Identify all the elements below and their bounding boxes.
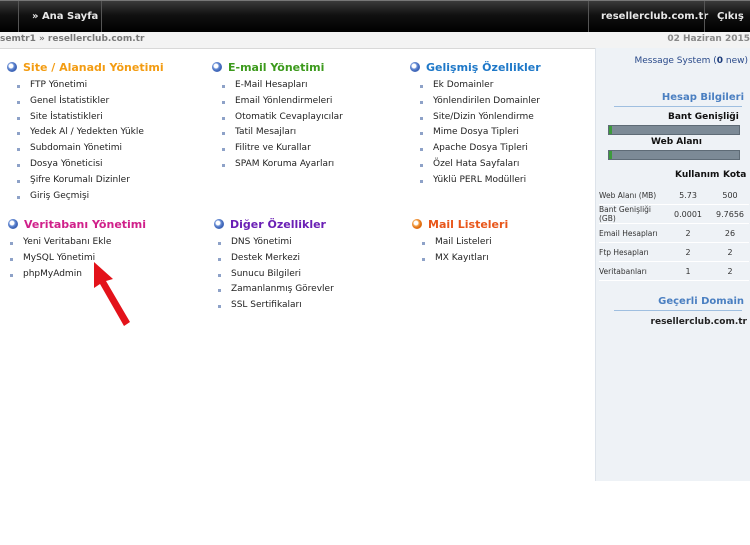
bandwidth-usage-fill xyxy=(609,126,612,134)
row-used: 0.0001 xyxy=(665,204,711,224)
menu-item-dns[interactable]: DNS Yönetimi xyxy=(218,237,334,253)
section-title: E-mail Yönetimi xyxy=(228,61,325,74)
menu-item-redirected-domains[interactable]: Yönlendirilen Domainler xyxy=(420,96,540,112)
current-domain-value: resellerclub.com.tr xyxy=(650,317,747,327)
row-quota: 2 xyxy=(711,242,749,262)
menu-list: E-Mail Hesapları Email Yönlendirmeleri O… xyxy=(222,80,343,175)
menu-item-protected-dirs[interactable]: Şifre Korumalı Dizinler xyxy=(17,175,144,191)
menu-item-autoresponders[interactable]: Otomatik Cevaplayıcılar xyxy=(222,112,343,128)
nav-separator xyxy=(704,1,705,33)
section-title: Mail Listeleri xyxy=(428,218,509,231)
row-label: Web Alanı (MB) xyxy=(599,186,665,205)
menu-item-addon-domains[interactable]: Ek Domainler xyxy=(420,80,540,96)
table-row: Ftp Hesapları 2 2 xyxy=(599,242,749,262)
current-date: 02 Haziran 2015 xyxy=(667,34,750,44)
nav-separator xyxy=(101,1,102,33)
column-quota-header: Kota xyxy=(723,170,747,180)
message-system-label: Message System ( xyxy=(634,56,717,66)
row-label: Bant Genişliği (GB) xyxy=(599,204,665,224)
menu-item-spam-settings[interactable]: SPAM Koruma Ayarları xyxy=(222,159,343,175)
table-row: Veritabanları 1 2 xyxy=(599,261,749,281)
nav-separator xyxy=(588,1,589,33)
row-used: 5.73 xyxy=(665,186,711,205)
menu-item-general-stats[interactable]: Genel İstatistikler xyxy=(17,96,144,112)
menu-item-login-history[interactable]: Giriş Geçmişi xyxy=(17,191,144,207)
menu-item-filters[interactable]: Filitre ve Kurallar xyxy=(222,143,343,159)
section-bullet-icon xyxy=(7,62,17,72)
column-used-header: Kullanım xyxy=(675,170,720,180)
account-info-panel: Message System (0 new) Hesap Bilgileri B… xyxy=(595,48,750,481)
menu-item-ssl[interactable]: SSL Sertifikaları xyxy=(218,300,334,316)
menu-list: DNS Yönetimi Destek Merkezi Sunucu Bilgi… xyxy=(218,237,334,316)
row-quota: 2 xyxy=(711,261,749,281)
menu-item-mailing-lists[interactable]: Mail Listeleri xyxy=(422,237,492,253)
menu-item-mx-records[interactable]: MX Kayıtları xyxy=(422,253,492,269)
divider xyxy=(614,106,742,107)
menu-item-subdomain[interactable]: Subdomain Yönetimi xyxy=(17,143,144,159)
divider xyxy=(614,310,742,311)
table-row: Bant Genişliği (GB) 0.0001 9.7656 xyxy=(599,204,749,224)
menu-item-backup[interactable]: Yedek Al / Yedekten Yükle xyxy=(17,127,144,143)
menu-item-email-accounts[interactable]: E-Mail Hesapları xyxy=(222,80,343,96)
breadcrumb-bar: semtr1 » resellerclub.com.tr 02 Haziran … xyxy=(0,32,750,49)
bandwidth-label: Bant Genişliği xyxy=(668,112,739,122)
menu-list: Ek Domainler Yönlendirilen Domainler Sit… xyxy=(420,80,540,191)
menu-item-perl-modules[interactable]: Yüklü PERL Modülleri xyxy=(420,175,540,191)
menu-item-apache-types[interactable]: Apache Dosya Tipleri xyxy=(420,143,540,159)
section-bullet-icon xyxy=(8,219,18,229)
row-used: 2 xyxy=(665,223,711,243)
menu-list: Mail Listeleri MX Kayıtları xyxy=(422,237,492,269)
section-bullet-icon xyxy=(212,62,222,72)
section-bullet-icon xyxy=(412,219,422,229)
section-title: Site / Alanadı Yönetimi xyxy=(23,61,164,74)
section-bullet-icon xyxy=(214,219,224,229)
section-bullet-icon xyxy=(410,62,420,72)
row-label: Veritabanları xyxy=(599,261,665,281)
account-info-title: Hesap Bilgileri xyxy=(661,92,744,103)
section-title: Diğer Özellikler xyxy=(230,218,326,231)
row-quota: 26 xyxy=(711,223,749,243)
message-system-suffix: new) xyxy=(723,56,748,66)
nav-separator xyxy=(18,1,19,33)
menu-item-vacation-messages[interactable]: Tatil Mesajları xyxy=(222,127,343,143)
home-link[interactable]: » Ana Sayfa xyxy=(32,11,98,22)
row-quota: 9.7656 xyxy=(711,204,749,224)
top-navigation-bar: » Ana Sayfa resellerclub.com.tr Çıkış xyxy=(0,0,750,33)
bandwidth-usage-bar xyxy=(608,125,740,135)
row-used: 2 xyxy=(665,242,711,262)
row-quota: 500 xyxy=(711,186,749,205)
row-label: Ftp Hesapları xyxy=(599,242,665,262)
menu-item-site-redirect[interactable]: Site/Dizin Yönlendirme xyxy=(420,112,540,128)
breadcrumb: semtr1 » resellerclub.com.tr xyxy=(0,34,145,44)
menu-item-mime-types[interactable]: Mime Dosya Tipleri xyxy=(420,127,540,143)
current-domain-title: Geçerli Domain xyxy=(658,296,744,307)
red-arrow-icon xyxy=(94,262,130,326)
row-used: 1 xyxy=(665,261,711,281)
menu-list: FTP Yönetimi Genel İstatistikler Site İs… xyxy=(17,80,144,206)
quota-table: Web Alanı (MB) 5.73 500 Bant Genişliği (… xyxy=(599,186,749,281)
webspace-label: Web Alanı xyxy=(651,137,702,147)
row-label: Email Hesapları xyxy=(599,223,665,243)
logout-link[interactable]: Çıkış xyxy=(717,11,744,22)
menu-item-new-database[interactable]: Yeni Veritabanı Ekle xyxy=(10,237,111,253)
menu-item-error-pages[interactable]: Özel Hata Sayfaları xyxy=(420,159,540,175)
menu-item-site-stats[interactable]: Site İstatistikleri xyxy=(17,112,144,128)
section-title: Veritabanı Yönetimi xyxy=(24,218,147,231)
menu-item-server-info[interactable]: Sunucu Bilgileri xyxy=(218,269,334,285)
menu-item-file-manager[interactable]: Dosya Yöneticisi xyxy=(17,159,144,175)
menu-item-cron-jobs[interactable]: Zamanlanmış Görevler xyxy=(218,284,334,300)
section-title: Gelişmiş Özellikler xyxy=(426,61,541,74)
domain-link[interactable]: resellerclub.com.tr xyxy=(601,11,708,22)
table-row: Email Hesapları 2 26 xyxy=(599,223,749,243)
webspace-usage-bar xyxy=(608,150,740,160)
table-row: Web Alanı (MB) 5.73 500 xyxy=(599,186,749,205)
webspace-usage-fill xyxy=(609,151,612,159)
menu-item-support-center[interactable]: Destek Merkezi xyxy=(218,253,334,269)
message-system-link[interactable]: Message System (0 new) xyxy=(635,56,749,66)
menu-item-ftp[interactable]: FTP Yönetimi xyxy=(17,80,144,96)
menu-item-email-forwarders[interactable]: Email Yönlendirmeleri xyxy=(222,96,343,112)
